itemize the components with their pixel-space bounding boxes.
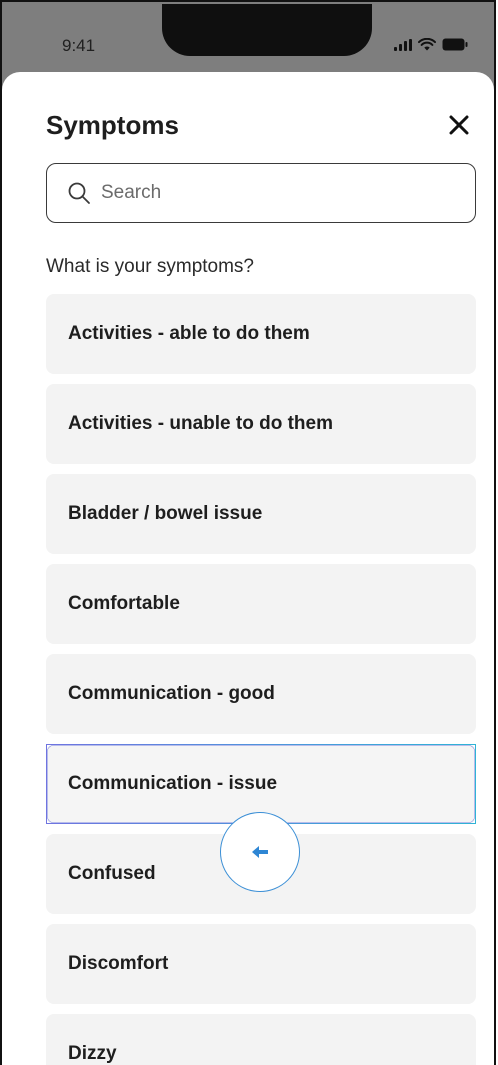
symptom-list: Activities - able to do them Activities … — [46, 294, 476, 1065]
search-icon — [68, 182, 90, 204]
symptom-option[interactable]: Activities - able to do them — [46, 294, 476, 374]
question-label: What is your symptoms? — [46, 256, 254, 277]
symptom-option[interactable]: Activities - unable to do them — [46, 384, 476, 464]
close-icon — [449, 115, 469, 135]
close-button[interactable] — [446, 112, 472, 138]
signal-icon — [394, 38, 412, 51]
symptom-option[interactable]: Comfortable — [46, 564, 476, 644]
search-field[interactable] — [46, 163, 476, 223]
battery-icon — [442, 38, 468, 51]
phone-frame: 9:41 Symptoms Search What is your sympto… — [0, 0, 496, 1065]
wifi-icon — [418, 38, 436, 51]
search-input[interactable] — [99, 181, 443, 205]
status-bar: 9:41 — [2, 2, 494, 74]
symptom-option[interactable]: Communication - good — [46, 654, 476, 734]
status-icons — [394, 38, 468, 51]
back-fab-button[interactable] — [220, 812, 300, 892]
symptoms-sheet: Symptoms What is your symptoms? Activiti… — [2, 72, 494, 1065]
arrow-left-icon — [252, 846, 268, 858]
symptom-option[interactable]: Discomfort — [46, 924, 476, 1004]
symptom-option[interactable]: Dizzy — [46, 1014, 476, 1065]
sheet-title: Symptoms — [46, 110, 179, 140]
notch — [162, 4, 372, 56]
symptom-option[interactable]: Bladder / bowel issue — [46, 474, 476, 554]
status-time: 9:41 — [62, 36, 96, 55]
